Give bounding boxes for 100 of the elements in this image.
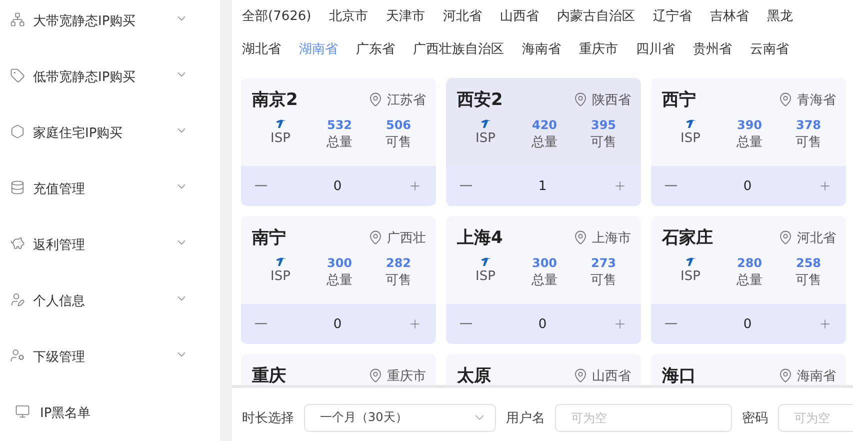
- database-icon: [10, 180, 25, 195]
- quantity-value: 0: [538, 316, 547, 332]
- minus-icon: [255, 185, 267, 187]
- increase-button[interactable]: [613, 179, 627, 193]
- node-card[interactable]: 石家庄 河北省 ISP 280 总量 258 可售 0: [651, 216, 846, 344]
- sidebar-item[interactable]: 个人信息: [0, 284, 220, 340]
- available-count: 282: [386, 256, 412, 271]
- quantity-value: 0: [333, 316, 342, 332]
- password-field[interactable]: 可为空: [778, 404, 853, 432]
- available-count: 506: [386, 118, 412, 133]
- increase-button[interactable]: [408, 317, 422, 331]
- location-pin-icon: [573, 230, 588, 245]
- plus-icon: [613, 317, 627, 331]
- sidebar-item[interactable]: 充值管理: [0, 172, 220, 228]
- username-field[interactable]: 可为空: [555, 404, 732, 432]
- region-tab[interactable]: 海南省: [522, 40, 561, 66]
- sidebar-item[interactable]: 下级管理: [0, 340, 220, 396]
- node-card[interactable]: 南京2 江苏省 ISP 532 总量 506 可售 0: [241, 78, 436, 206]
- hexagon-icon: [10, 124, 25, 139]
- region-tab[interactable]: 北京市: [329, 7, 368, 33]
- region-tab[interactable]: 天津市: [386, 7, 426, 33]
- sidebar-item[interactable]: 大带宽静态IP购买: [0, 4, 220, 60]
- region-tab[interactable]: 四川省: [636, 40, 675, 66]
- minus-icon: [255, 323, 267, 325]
- region-tab[interactable]: 广西壮族自治区: [413, 40, 504, 66]
- region-tab[interactable]: 云南省: [750, 40, 789, 66]
- region-tab[interactable]: 湖北省: [242, 40, 281, 66]
- region-tab[interactable]: 辽宁省: [653, 7, 692, 33]
- available-label: 可售: [386, 134, 412, 152]
- province-name: 河北省: [797, 230, 836, 246]
- location-pin-icon: [573, 368, 588, 383]
- region-tab[interactable]: 山西省: [500, 7, 540, 33]
- node-card[interactable]: 重庆 重庆市: [241, 354, 436, 385]
- minus-icon: [665, 185, 677, 187]
- increase-button[interactable]: [818, 179, 832, 193]
- total-count: 420: [532, 118, 558, 133]
- increase-button[interactable]: [408, 179, 422, 193]
- node-card[interactable]: 太原 山西省: [446, 354, 641, 385]
- network-icon: [10, 12, 25, 27]
- isp-label: ISP: [270, 268, 290, 286]
- city-name: 西宁: [662, 89, 696, 111]
- location-pin-icon: [368, 368, 383, 383]
- location-pin-icon: [573, 92, 588, 107]
- node-card[interactable]: 海口 海南省: [651, 354, 846, 385]
- telecom-logo-icon: [480, 118, 492, 129]
- minus-icon: [460, 323, 472, 325]
- province-name: 陕西省: [592, 92, 631, 108]
- quantity-value: 1: [538, 178, 547, 194]
- city-name: 南京2: [252, 89, 298, 111]
- region-tab[interactable]: 吉林省: [710, 7, 750, 33]
- region-tab[interactable]: 广东省: [356, 40, 395, 66]
- city-name: 石家庄: [662, 227, 713, 249]
- available-label: 可售: [590, 134, 616, 152]
- total-count: 300: [326, 256, 352, 271]
- quantity-value: 0: [333, 178, 342, 194]
- plus-icon: [408, 179, 422, 193]
- isp-label: ISP: [680, 130, 700, 148]
- city-name: 太原: [457, 365, 491, 385]
- location-pin-icon: [778, 92, 793, 107]
- increase-button[interactable]: [818, 317, 832, 331]
- node-card[interactable]: 南宁 广西壮 ISP 300 总量 282 可售 0: [241, 216, 436, 344]
- available-label: 可售: [590, 272, 616, 290]
- plus-icon: [818, 179, 832, 193]
- region-tab[interactable]: 内蒙古自治区: [557, 7, 636, 33]
- location-pin-icon: [778, 368, 793, 383]
- province-name: 江苏省: [387, 92, 426, 108]
- minus-icon: [460, 185, 472, 187]
- sidebar-item[interactable]: IP黑名单: [0, 396, 220, 441]
- city-name: 上海4: [457, 227, 503, 249]
- node-card[interactable]: 西宁 青海省 ISP 390 总量 378 可售 0: [651, 78, 846, 206]
- region-tab[interactable]: 贵州省: [693, 40, 732, 66]
- province-name: 上海市: [592, 230, 631, 246]
- telecom-logo-icon: [274, 118, 286, 129]
- sidebar-item[interactable]: 低带宽静态IP购买: [0, 60, 220, 116]
- total-count: 532: [326, 118, 352, 133]
- monitor-icon: [15, 404, 30, 419]
- region-tab[interactable]: 黑龙: [767, 7, 794, 33]
- location-pin-icon: [368, 230, 383, 245]
- node-card[interactable]: 上海4 上海市 ISP 300 总量 273 可售 0: [446, 216, 641, 344]
- isp-label: ISP: [476, 130, 496, 148]
- total-label: 总量: [736, 272, 762, 290]
- available-label: 可售: [796, 134, 822, 152]
- node-card[interactable]: 西安2 陕西省 ISP 420 总量 395 可售 1: [446, 78, 641, 206]
- region-tab[interactable]: 全部(7626): [242, 7, 312, 33]
- telecom-logo-icon: [684, 118, 696, 129]
- sidebar-item[interactable]: 家庭住宅IP购买: [0, 116, 220, 172]
- region-tab[interactable]: 河北省: [443, 7, 482, 33]
- quantity-value: 0: [743, 178, 752, 194]
- region-tab[interactable]: 重庆市: [579, 40, 618, 66]
- isp-label: ISP: [270, 130, 290, 148]
- increase-button[interactable]: [613, 317, 627, 331]
- total-label: 总量: [532, 134, 558, 152]
- available-count: 378: [796, 118, 822, 133]
- province-name: 青海省: [797, 92, 836, 108]
- telecom-logo-icon: [684, 256, 696, 267]
- sidebar-item[interactable]: 返利管理: [0, 228, 220, 284]
- location-pin-icon: [778, 230, 793, 245]
- available-label: 可售: [796, 272, 822, 290]
- duration-select[interactable]: 一个月（30天）: [304, 404, 496, 432]
- plus-icon: [613, 179, 627, 193]
